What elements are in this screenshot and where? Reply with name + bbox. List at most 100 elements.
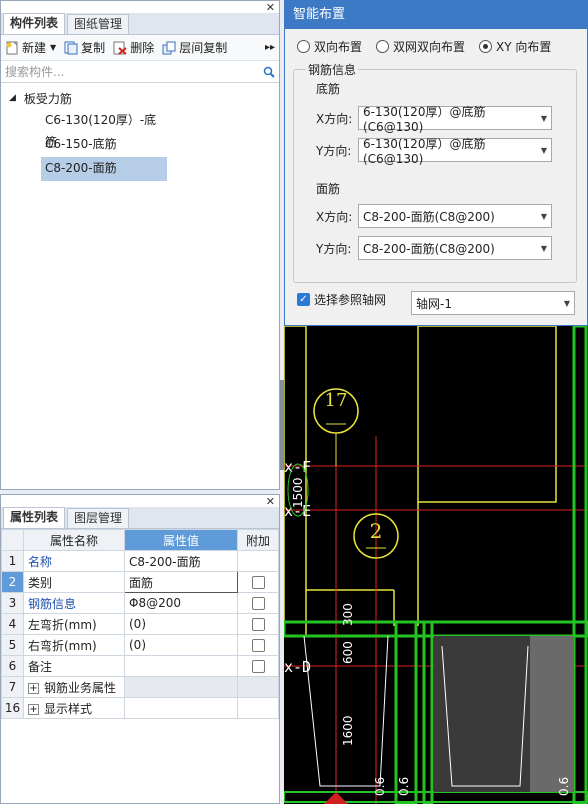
search-input[interactable]: 搜索构件... [5, 63, 64, 80]
grid-corner [1, 529, 24, 551]
new-button[interactable]: 新建 ▼ [5, 39, 56, 56]
tree-item[interactable]: C6-130(120厚）-底筋 [41, 109, 167, 149]
tree-root-label: 板受力筋 [23, 91, 72, 106]
axis-select[interactable]: 轴网-1 ▼ [411, 291, 575, 315]
radio-xy[interactable]: XY 向布置 [479, 38, 551, 55]
property-name: 左弯折(mm) [23, 613, 125, 635]
table-row: 4 左弯折(mm) (0) [1, 613, 279, 635]
new-icon [6, 41, 18, 54]
dimension-label: 1500 [291, 477, 305, 508]
tab-drawing-management[interactable]: 图纸管理 [67, 14, 130, 34]
extra-checkbox[interactable] [251, 576, 265, 589]
top-x-select[interactable]: C8-200-面筋(C8@200) ▼ [358, 204, 552, 228]
property-value[interactable]: (0) [124, 613, 238, 635]
cad-canvas[interactable]: 17 2 x-F x-E x-D 1500 300 600 1600 0.6 0… [284, 326, 588, 804]
extra-cell [237, 550, 279, 572]
delete-button[interactable]: 删除 [113, 39, 154, 56]
radio-double-mesh[interactable]: 双网双向布置 [376, 38, 465, 55]
rebar-info-group: 钢筋信息 底筋 X方向: 6-130(120厚）@底筋(C6@130) ▼ Y方… [293, 61, 577, 283]
select-value: 轴网-1 [416, 296, 452, 311]
panel-close-icon[interactable]: ✕ [266, 1, 275, 14]
property-value[interactable]: 面筋 [124, 571, 238, 593]
beam [572, 326, 588, 804]
extra-checkbox[interactable] [251, 639, 265, 652]
tab-property-list[interactable]: 属性列表 [3, 507, 66, 528]
property-value[interactable]: (0) [124, 634, 238, 656]
copy-icon [64, 41, 78, 54]
axis-checkbox[interactable]: ✓ [297, 293, 310, 306]
property-tabs: 属性列表 图层管理 [1, 507, 279, 529]
floor-copy-icon [162, 41, 176, 54]
y-label: Y方向: [316, 143, 352, 158]
beam [394, 620, 418, 804]
tree-item-selected[interactable]: C8-200-面筋 [41, 157, 167, 181]
y-label: Y方向: [316, 241, 352, 256]
property-value [124, 697, 238, 719]
tree-item[interactable]: C6-150-底筋 [41, 133, 167, 157]
property-group[interactable]: + 钢筋业务属性 [23, 676, 125, 698]
select-value: C8-200-面筋(C8@200) [363, 209, 495, 224]
collapse-triangle-icon[interactable]: ◢ [9, 93, 16, 103]
x-label: X方向: [316, 111, 353, 126]
search-icon[interactable] [263, 66, 275, 78]
select-value: 6-130(120厚）@底筋(C6@130) [363, 104, 486, 134]
top-y-select[interactable]: C8-200-面筋(C8@200) ▼ [358, 236, 552, 260]
component-toolbar: 新建 ▼ 复制 删除 层间复制 ▸▸ [1, 35, 279, 61]
table-row: 16 + 显示样式 [1, 697, 279, 719]
row-number: 6 [1, 655, 24, 677]
floor-copy-button-label: 层间复制 [179, 41, 228, 55]
bottom-x-select[interactable]: 6-130(120厚）@底筋(C6@130) ▼ [358, 105, 552, 134]
header-extra: 附加 [237, 529, 279, 551]
layout-mode-options: 双向布置 双网双向布置 XY 向布置 [285, 29, 587, 63]
extra-cell [237, 655, 279, 677]
property-value[interactable] [124, 655, 238, 677]
axis-check-row: ✓ 选择参照轴网 [297, 291, 386, 308]
copy-button[interactable]: 复制 [64, 39, 105, 56]
table-row: 2 类别 面筋 [1, 571, 279, 593]
chevron-down-icon: ▼ [540, 113, 547, 123]
component-tree: ◢ 板受力筋 C6-130(120厚）-底筋 C6-150-底筋 C8-200-… [1, 83, 279, 181]
property-name: 钢筋业务属性 [44, 680, 117, 695]
table-row: 7 + 钢筋业务属性 [1, 676, 279, 698]
column-hatch [434, 636, 530, 792]
extra-checkbox[interactable] [251, 660, 265, 673]
tab-layer-management[interactable]: 图层管理 [67, 508, 130, 528]
cad-frame [417, 326, 557, 503]
delete-icon [113, 41, 127, 55]
component-list-panel: ✕ 构件列表 图纸管理 新建 ▼ 复制 删除 层间复制 ▸▸ 搜索构件... ◢… [0, 0, 280, 490]
column-hatch [530, 636, 574, 792]
radio-icon [376, 39, 390, 53]
expand-icon[interactable]: + [28, 682, 39, 694]
radio-bidirectional[interactable]: 双向布置 [297, 38, 362, 55]
property-name: 右弯折(mm) [23, 634, 125, 656]
expand-icon[interactable]: + [28, 703, 39, 715]
extra-cell [237, 613, 279, 635]
dimension-label: 0.6 [557, 777, 571, 796]
extra-cell [237, 676, 279, 698]
property-value[interactable]: C8-200-面筋 [124, 550, 238, 572]
panel-close-icon[interactable]: ✕ [266, 495, 275, 508]
top-rebar-title: 面筋 [316, 182, 341, 196]
chevron-down-icon[interactable]: ▼ [50, 43, 56, 52]
property-name: 类别 [23, 571, 125, 593]
floor-copy-button[interactable]: 层间复制 [162, 39, 227, 56]
toolbar-overflow-icon[interactable]: ▸▸ [265, 42, 275, 53]
select-value: C8-200-面筋(C8@200) [363, 241, 495, 256]
component-search[interactable]: 搜索构件... [1, 61, 279, 83]
tree-root[interactable]: ◢ 板受力筋 [1, 87, 279, 109]
property-value[interactable]: Φ8@200 [124, 592, 238, 614]
radio-label: XY 向布置 [496, 39, 552, 54]
beam [284, 620, 588, 638]
extra-checkbox[interactable] [251, 597, 265, 610]
tab-component-list[interactable]: 构件列表 [3, 13, 66, 34]
axis-check-label: 选择参照轴网 [314, 293, 387, 307]
radio-label: 双向布置 [314, 39, 363, 54]
axis-label: 2 [370, 519, 383, 543]
radio-selected-icon [479, 39, 493, 53]
row-number: 16 [1, 697, 24, 719]
property-group[interactable]: + 显示样式 [23, 697, 125, 719]
extra-checkbox[interactable] [251, 618, 265, 631]
x-label: X方向: [316, 209, 353, 224]
bottom-y-select[interactable]: 6-130(120厚）@底筋(C6@130) ▼ [358, 137, 552, 166]
axis-label: 17 [325, 390, 348, 411]
